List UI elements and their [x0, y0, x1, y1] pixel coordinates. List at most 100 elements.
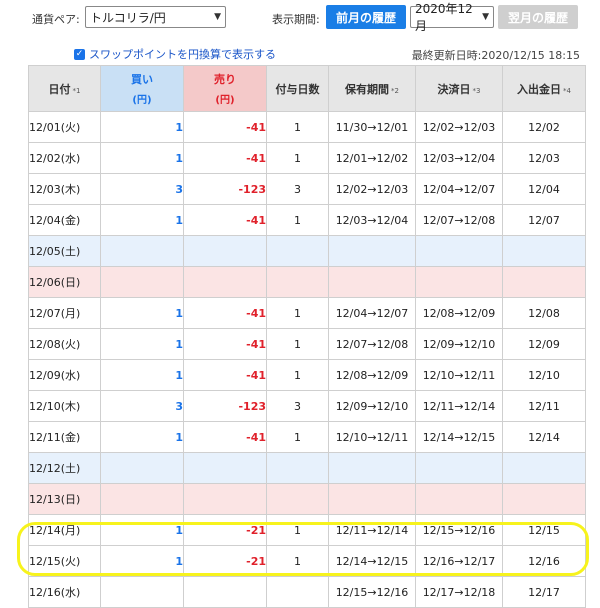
checkbox-checked-icon[interactable]: ✓: [74, 48, 85, 60]
row-sell: -41: [183, 111, 267, 143]
row-date: 12/15(火): [28, 545, 101, 577]
currency-pair-select[interactable]: トルコリラ/円 ▼: [85, 6, 226, 28]
month-value: 2020年12月: [415, 2, 473, 33]
row-date: 12/06(日): [28, 266, 101, 298]
row-cash: 12/16: [502, 545, 586, 577]
row-cash: 12/04: [502, 173, 586, 205]
table-row: 12/08(火) 1 -41 1 12/07→12/08 12/09→12/10 12/09: [28, 328, 586, 360]
table-row: 12/04(金) 1 -41 1 12/03→12/04 12/07→12/08 12/07: [28, 204, 586, 236]
table-row: 12/16(水) 12/15→12/16 12/17→12/18 12/17: [28, 576, 586, 608]
table-row: 12/14(月) 1 -21 1 12/11→12/14 12/15→12/16 12/15: [28, 514, 586, 546]
row-period: 12/04→12/07: [328, 297, 416, 329]
row-settle: 12/09→12/10: [415, 328, 503, 360]
table-header-row: 日付 *1 買い (円) 売り (円) 付与日数 保有期間 *2 決済日 *3 入出金日 *…: [28, 65, 586, 112]
row-period: [328, 235, 416, 267]
row-buy: 1: [100, 142, 184, 174]
row-period: 12/09→12/10: [328, 390, 416, 422]
table-row: 12/13(日): [28, 483, 586, 515]
row-cash: 12/15: [502, 514, 586, 546]
row-buy: 1: [100, 204, 184, 236]
row-period: 12/08→12/09: [328, 359, 416, 391]
row-buy: 1: [100, 514, 184, 546]
row-sell: [183, 483, 267, 515]
header-sell: 売り (円): [183, 65, 267, 112]
row-sell: -41: [183, 297, 267, 329]
row-period: 12/11→12/14: [328, 514, 416, 546]
row-sell: -41: [183, 359, 267, 391]
row-buy: [100, 266, 184, 298]
row-period: [328, 483, 416, 515]
row-cash: 12/14: [502, 421, 586, 453]
header-period: 保有期間 *2: [328, 65, 416, 112]
table-row: 12/15(火) 1 -21 1 12/14→12/15 12/16→12/17 12/16: [28, 545, 586, 577]
row-date: 12/02(水): [28, 142, 101, 174]
row-date: 12/10(木): [28, 390, 101, 422]
row-buy: 1: [100, 297, 184, 329]
row-cash: [502, 483, 586, 515]
row-buy: 1: [100, 421, 184, 453]
row-date: 12/09(水): [28, 359, 101, 391]
row-days: 1: [266, 142, 329, 174]
row-settle: 12/16→12/17: [415, 545, 503, 577]
month-select[interactable]: 2020年12月 ▼: [410, 2, 494, 33]
row-sell: -41: [183, 421, 267, 453]
row-cash: 12/10: [502, 359, 586, 391]
row-buy: 3: [100, 390, 184, 422]
row-date: 12/14(月): [28, 514, 101, 546]
table-row: 12/10(木) 3 -123 3 12/09→12/10 12/11→12/14 12/1…: [28, 390, 586, 422]
row-period: 11/30→12/01: [328, 111, 416, 143]
row-settle: 12/04→12/07: [415, 173, 503, 205]
row-settle: 12/02→12/03: [415, 111, 503, 143]
swap-yen-option[interactable]: ✓ スワップポイントを円換算で表示する: [74, 47, 276, 61]
row-settle: 12/03→12/04: [415, 142, 503, 174]
row-buy: 1: [100, 111, 184, 143]
table-row: 12/07(月) 1 -41 1 12/04→12/07 12/08→12/09 12/08: [28, 297, 586, 329]
table-row: 12/05(土): [28, 235, 586, 267]
row-days: 1: [266, 514, 329, 546]
row-period: [328, 266, 416, 298]
row-date: 12/12(土): [28, 452, 101, 484]
row-period: 12/15→12/16: [328, 576, 416, 608]
row-period: 12/10→12/11: [328, 421, 416, 453]
row-settle: [415, 235, 503, 267]
row-settle: 12/15→12/16: [415, 514, 503, 546]
pair-label: 通貨ペア:: [32, 13, 80, 26]
row-date: 12/11(金): [28, 421, 101, 453]
row-settle: 12/17→12/18: [415, 576, 503, 608]
row-period: 12/01→12/02: [328, 142, 416, 174]
header-buy: 買い (円): [100, 65, 184, 112]
row-date: 12/01(火): [28, 111, 101, 143]
period-label: 表示期間:: [272, 13, 320, 26]
swap-history-table: 日付 *1 買い (円) 売り (円) 付与日数 保有期間 *2 決済日 *3 入出金日 *…: [28, 65, 586, 608]
row-days: 1: [266, 297, 329, 329]
row-buy: [100, 452, 184, 484]
row-period: [328, 452, 416, 484]
row-buy: 1: [100, 359, 184, 391]
prev-month-button[interactable]: 前月の履歴: [326, 5, 406, 29]
table-row: 12/02(水) 1 -41 1 12/01→12/02 12/03→12/04 12/03: [28, 142, 586, 174]
table-row: 12/01(火) 1 -41 1 11/30→12/01 12/02→12/03 12/02: [28, 111, 586, 143]
row-buy: 3: [100, 173, 184, 205]
row-days: 3: [266, 173, 329, 205]
row-sell: -41: [183, 204, 267, 236]
row-sell: [183, 266, 267, 298]
header-date: 日付 *1: [28, 65, 101, 112]
row-date: 12/16(水): [28, 576, 101, 608]
row-cash: 12/07: [502, 204, 586, 236]
row-days: 1: [266, 421, 329, 453]
table-row: 12/06(日): [28, 266, 586, 298]
header-days: 付与日数: [266, 65, 329, 112]
row-date: 12/08(火): [28, 328, 101, 360]
row-days: 1: [266, 111, 329, 143]
row-sell: [183, 235, 267, 267]
row-settle: [415, 483, 503, 515]
row-buy: [100, 576, 184, 608]
currency-pair-value: トルコリラ/円: [90, 10, 166, 25]
row-days: 1: [266, 545, 329, 577]
row-date: 12/03(木): [28, 173, 101, 205]
controls-bar: 通貨ペア: トルコリラ/円 ▼ 表示期間: 前月の履歴 2020年12月 ▼ 翌…: [0, 0, 600, 40]
swap-yen-label[interactable]: スワップポイントを円換算で表示する: [89, 46, 276, 62]
next-month-button[interactable]: 翌月の履歴: [498, 5, 578, 29]
row-cash: 12/11: [502, 390, 586, 422]
row-days: [266, 483, 329, 515]
